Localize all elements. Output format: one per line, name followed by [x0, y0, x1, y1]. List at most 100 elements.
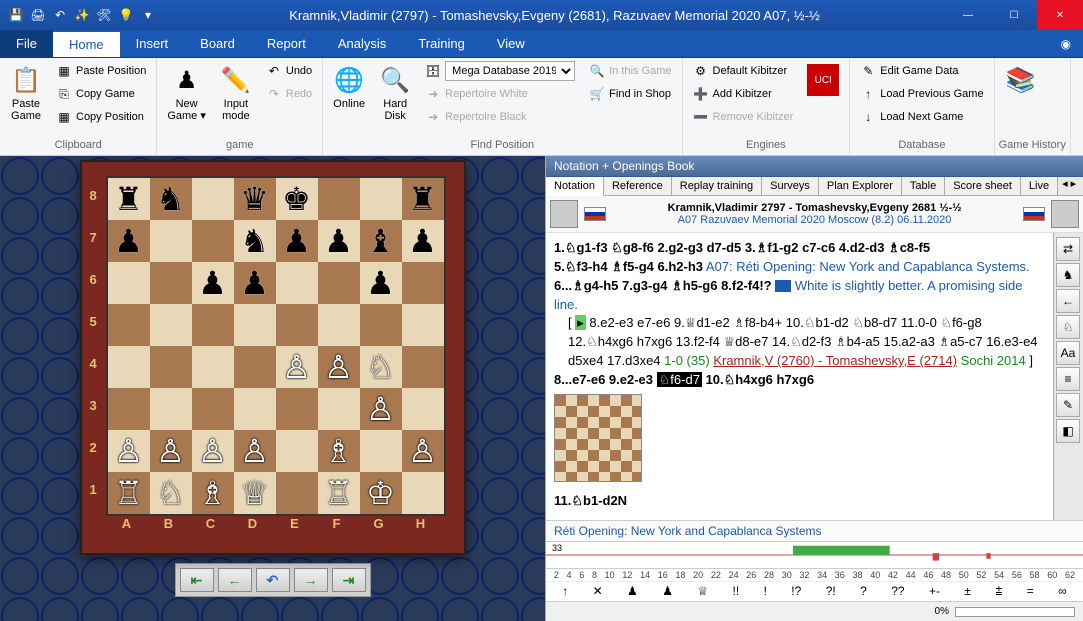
load-next-game-button[interactable]: ↓Load Next Game — [854, 106, 989, 128]
mini-board[interactable] — [554, 394, 642, 482]
game-history-button[interactable]: 📚 — [999, 60, 1043, 100]
square-a6[interactable] — [108, 262, 150, 304]
square-e8[interactable]: ♚ — [276, 178, 318, 220]
square-f5[interactable] — [318, 304, 360, 346]
nav-last-button[interactable]: ⇥ — [332, 568, 366, 592]
square-f8[interactable] — [318, 178, 360, 220]
square-d8[interactable]: ♛ — [234, 178, 276, 220]
square-g5[interactable] — [360, 304, 402, 346]
square-c2[interactable]: ♙ — [192, 430, 234, 472]
square-e3[interactable] — [276, 388, 318, 430]
annotation-symbol[interactable]: ♟ — [627, 584, 638, 599]
square-g3[interactable]: ♙ — [360, 388, 402, 430]
eval-chart[interactable]: 33 — [546, 541, 1083, 569]
copy-game-button[interactable]: ⎘Copy Game — [50, 83, 152, 105]
square-h2[interactable]: ♙ — [402, 430, 444, 472]
menu-report[interactable]: Report — [251, 30, 322, 57]
annotation-symbol[interactable]: ?! — [826, 584, 836, 599]
side-tool-3[interactable]: ♘ — [1056, 315, 1080, 339]
tab-surveys[interactable]: Surveys — [762, 177, 819, 195]
square-g4[interactable]: ♘ — [360, 346, 402, 388]
current-move[interactable]: ♘f6-d7 — [657, 372, 702, 387]
square-c5[interactable] — [192, 304, 234, 346]
annotation-symbol[interactable]: ? — [860, 584, 867, 599]
annotation-symbol[interactable]: !! — [733, 584, 740, 599]
square-h3[interactable] — [402, 388, 444, 430]
square-f4[interactable]: ♙ — [318, 346, 360, 388]
square-h5[interactable] — [402, 304, 444, 346]
opening-link[interactable]: A07: Réti Opening: New York and Capablan… — [706, 259, 1030, 274]
undo-button[interactable]: ↶Undo — [260, 60, 318, 82]
novelty-move[interactable]: 11.♘b1-d2N — [554, 493, 627, 508]
square-f2[interactable]: ♗ — [318, 430, 360, 472]
qat-print-icon[interactable]: 🖨 — [30, 7, 46, 23]
menu-view[interactable]: View — [481, 30, 541, 57]
repertoire-black-button[interactable]: ➜Repertoire Black — [419, 106, 581, 128]
square-e5[interactable] — [276, 304, 318, 346]
qat-dropdown-icon[interactable]: ▾ — [140, 7, 156, 23]
square-f7[interactable]: ♟ — [318, 220, 360, 262]
square-g7[interactable]: ♝ — [360, 220, 402, 262]
tab-table[interactable]: Table — [902, 177, 945, 195]
square-f6[interactable] — [318, 262, 360, 304]
copy-position-button[interactable]: ▦Copy Position — [50, 106, 152, 128]
edit-game-data-button[interactable]: ✎Edit Game Data — [854, 60, 989, 82]
side-tool-6[interactable]: ✎ — [1056, 393, 1080, 417]
square-c6[interactable]: ♟ — [192, 262, 234, 304]
menu-home[interactable]: Home — [53, 30, 120, 57]
square-b1[interactable]: ♘ — [150, 472, 192, 514]
square-g8[interactable] — [360, 178, 402, 220]
nav-prev-button[interactable]: ← — [218, 568, 252, 592]
annotation-symbol[interactable]: ✕ — [593, 584, 603, 599]
square-c4[interactable] — [192, 346, 234, 388]
square-a2[interactable]: ♙ — [108, 430, 150, 472]
tab-live[interactable]: Live — [1021, 177, 1058, 195]
side-tool-0[interactable]: ⇄ — [1056, 237, 1080, 261]
input-mode-button[interactable]: ✏️ Input mode — [214, 60, 258, 126]
tab-scroll-button[interactable]: ◂ ▸ — [1058, 177, 1080, 195]
square-b4[interactable] — [150, 346, 192, 388]
square-d5[interactable] — [234, 304, 276, 346]
annotation-symbol[interactable]: ± — [964, 584, 971, 599]
chess-board[interactable]: ♜♞♛♚♜♟♞♟♟♝♟♟♟♟♙♙♘♙♙♙♙♙♗♙♖♘♗♕♖♔ — [106, 176, 446, 516]
square-e6[interactable] — [276, 262, 318, 304]
nav-next-button[interactable]: → — [294, 568, 328, 592]
square-c1[interactable]: ♗ — [192, 472, 234, 514]
annotation-symbol[interactable]: = — [1027, 584, 1034, 599]
square-b7[interactable] — [150, 220, 192, 262]
square-d4[interactable] — [234, 346, 276, 388]
square-h4[interactable] — [402, 346, 444, 388]
annotation-symbol[interactable]: ♟ — [662, 584, 673, 599]
annotation-symbol[interactable]: ♕ — [697, 584, 708, 599]
square-f1[interactable]: ♖ — [318, 472, 360, 514]
square-d7[interactable]: ♞ — [234, 220, 276, 262]
square-e1[interactable] — [276, 472, 318, 514]
qat-wizard-icon[interactable]: ✨ — [74, 7, 90, 23]
square-g6[interactable]: ♟ — [360, 262, 402, 304]
square-b5[interactable] — [150, 304, 192, 346]
square-e2[interactable] — [276, 430, 318, 472]
tab-plan-explorer[interactable]: Plan Explorer — [819, 177, 902, 195]
square-g1[interactable]: ♔ — [360, 472, 402, 514]
square-h8[interactable]: ♜ — [402, 178, 444, 220]
annotation-symbol[interactable]: !? — [791, 584, 801, 599]
menu-analysis[interactable]: Analysis — [322, 30, 402, 57]
square-c3[interactable] — [192, 388, 234, 430]
square-e7[interactable]: ♟ — [276, 220, 318, 262]
side-tool-1[interactable]: ♞ — [1056, 263, 1080, 287]
square-g2[interactable] — [360, 430, 402, 472]
square-a7[interactable]: ♟ — [108, 220, 150, 262]
qat-tools-icon[interactable]: 🛠 — [96, 7, 112, 23]
side-tool-2[interactable]: ← — [1056, 289, 1080, 313]
load-prev-game-button[interactable]: ↑Load Previous Game — [854, 83, 989, 105]
square-h6[interactable] — [402, 262, 444, 304]
square-b2[interactable]: ♙ — [150, 430, 192, 472]
square-d1[interactable]: ♕ — [234, 472, 276, 514]
nav-takeback-button[interactable]: ↶ — [256, 568, 290, 592]
square-b3[interactable] — [150, 388, 192, 430]
annotation-symbol[interactable]: ?? — [891, 584, 904, 599]
annotation-symbol[interactable]: ∞ — [1058, 584, 1067, 599]
online-button[interactable]: 🌐 Online — [327, 60, 371, 114]
qat-hint-icon[interactable]: 💡 — [118, 7, 134, 23]
square-a5[interactable] — [108, 304, 150, 346]
